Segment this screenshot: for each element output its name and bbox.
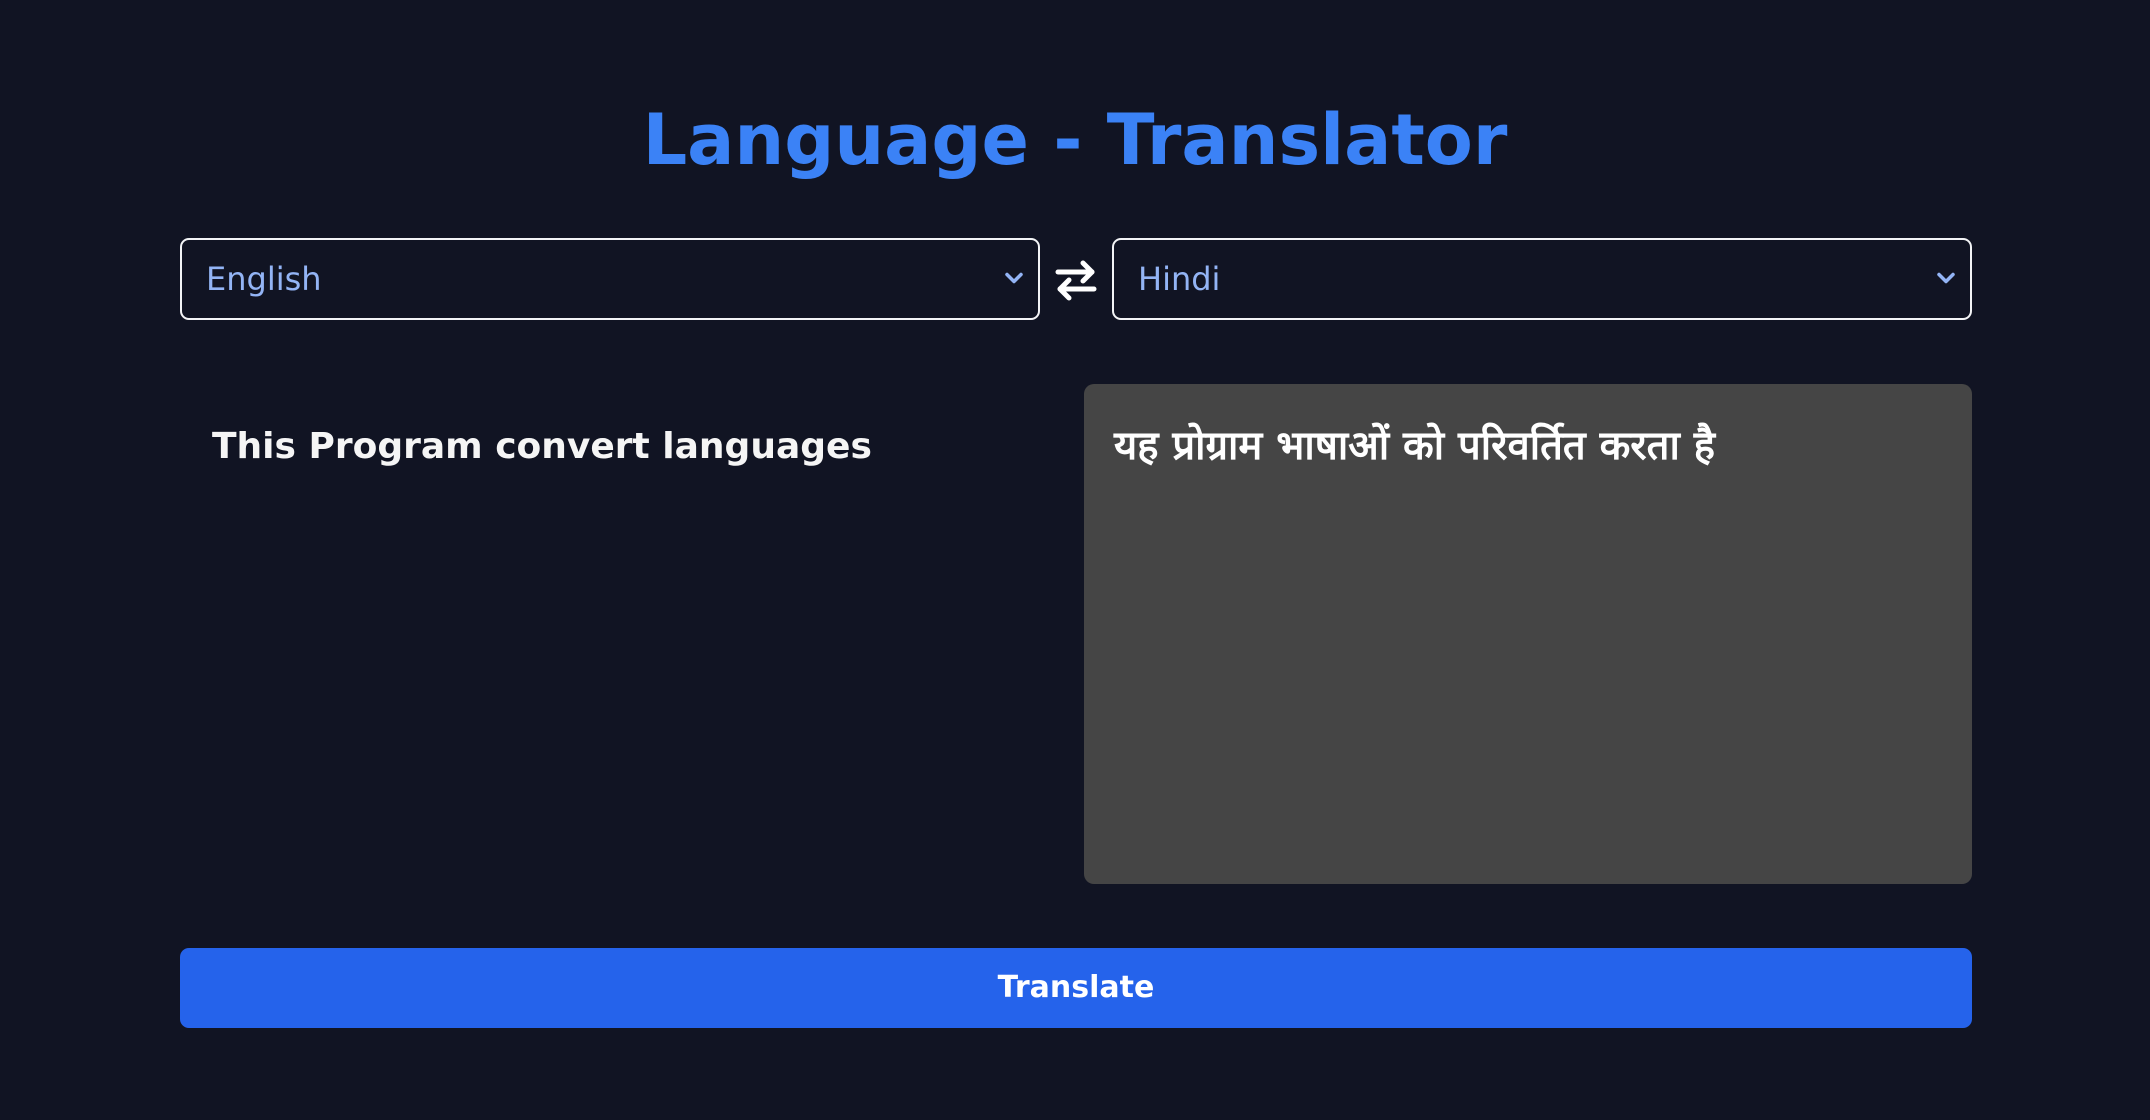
target-language-value: Hindi: [1138, 260, 1221, 298]
target-language-select[interactable]: Hindi: [1112, 238, 1972, 320]
translated-text: यह प्रोग्राम भाषाओं को परिवर्तित करता है: [1114, 423, 1715, 469]
translate-button[interactable]: Translate: [180, 948, 1972, 1028]
source-language-select[interactable]: English: [180, 238, 1040, 320]
source-text: This Program convert languages: [212, 426, 872, 467]
source-text-area[interactable]: This Program convert languages: [180, 384, 1064, 884]
source-language-value: English: [206, 260, 322, 298]
chevron-down-icon: [1937, 272, 1955, 284]
page-title: Language - Translator: [642, 99, 1508, 181]
chevron-down-icon: [1005, 272, 1023, 284]
translator-page: Language - Translator English Hindi This…: [0, 0, 2150, 1120]
translated-text-area[interactable]: यह प्रोग्राम भाषाओं को परिवर्तित करता है: [1084, 384, 1972, 884]
swap-arrows-icon[interactable]: [1052, 256, 1100, 304]
